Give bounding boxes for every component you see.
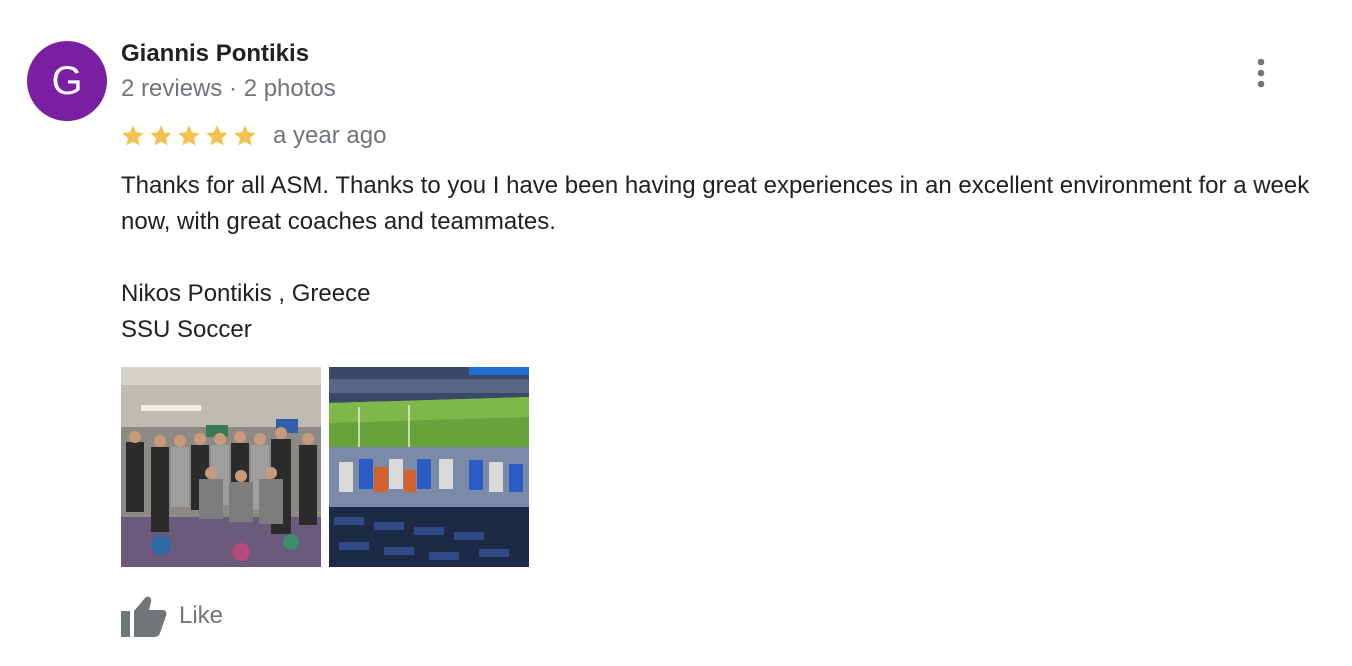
rating-row: a year ago	[121, 119, 386, 153]
more-vert-icon	[1257, 58, 1265, 88]
reviewer-name[interactable]: Giannis Pontikis	[121, 40, 309, 68]
star-rating	[121, 124, 257, 148]
review-paragraph: Thanks for all ASM. Thanks to you I have…	[121, 172, 1310, 235]
review-text: Thanks for all ASM. Thanks to you I have…	[121, 168, 1321, 348]
review-card: G Giannis Pontikis 2 reviews · 2 photos …	[0, 0, 1352, 666]
more-options-button[interactable]	[1244, 56, 1278, 90]
team-photo-stadium[interactable]	[329, 367, 529, 567]
team-photo-indoor[interactable]	[121, 367, 321, 567]
star-icon	[234, 125, 256, 146]
review-date: a year ago	[273, 122, 387, 149]
review-signature-name: Nikos Pontikis , Greece	[121, 280, 371, 307]
review-signature-team: SSU Soccer	[121, 316, 252, 343]
like-label: Like	[179, 602, 224, 629]
star-icon	[178, 125, 200, 146]
star-icon	[122, 125, 144, 146]
reviewer-avatar[interactable]: G	[27, 41, 107, 121]
reviewer-meta: 2 reviews · 2 photos	[121, 75, 336, 102]
review-photos	[121, 367, 529, 567]
star-icon	[206, 125, 228, 146]
star-icon	[150, 125, 172, 146]
like-button[interactable]: Like	[121, 594, 223, 638]
thumb-up-icon	[121, 596, 167, 637]
